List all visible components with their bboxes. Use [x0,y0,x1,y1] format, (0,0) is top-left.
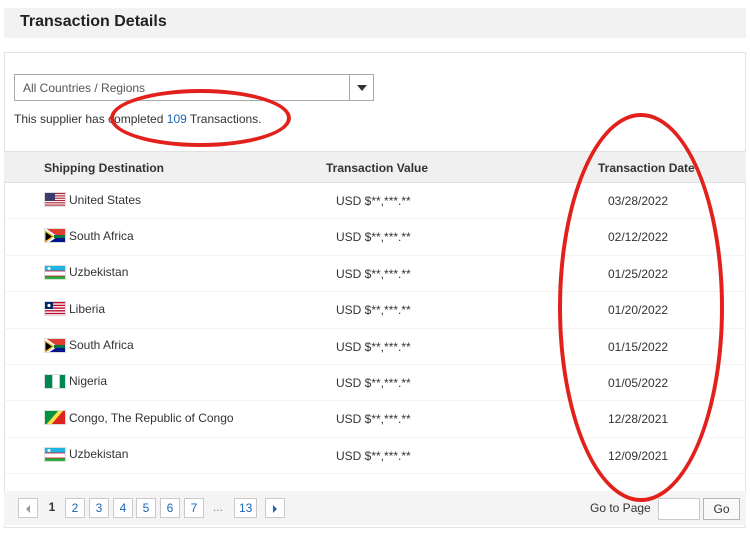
date-cell: 03/28/2022 [608,194,669,208]
date-cell: 12/09/2021 [608,448,669,463]
page-7[interactable]: 7 [184,498,204,518]
value-cell: USD $**,***.** [336,194,411,208]
country-name: South Africa [69,338,134,353]
summary-prefix: This supplier has completed [14,112,164,126]
page-13[interactable]: 13 [234,498,258,518]
za-flag-icon [44,337,66,353]
destination-cell: Liberia [44,301,106,317]
chevron-down-icon [357,85,367,91]
page-2[interactable]: 2 [65,498,85,518]
value-cell: USD $**,***.** [336,230,411,245]
table-row: United States USD $**,***.** 03/28/2022 [4,183,746,220]
za-flag-icon [44,228,66,244]
page-6[interactable]: 6 [160,498,180,518]
header-shipping-destination: Shipping Destination [44,161,164,175]
value-cell: USD $**,***.** [336,339,411,354]
value-cell: USD $**,***.** [336,303,411,318]
transaction-summary: This supplier has completed 109 Transact… [14,112,262,126]
date-cell: 12/28/2021 [608,412,669,427]
value-cell: USD $**,***.** [336,448,411,463]
country-select-value: All Countries / Regions [23,81,146,95]
table-row: Uzbekistan USD $**,***.** 12/09/2021 [4,438,746,475]
transaction-count: 109 [166,112,187,126]
header-transaction-value: Transaction Value [326,161,429,175]
date-cell: 02/12/2022 [608,230,669,245]
goto-page-input[interactable] [658,498,700,520]
transaction-rows: United States USD $**,***.** 03/28/2022 … [4,183,746,475]
table-row: Congo, The Republic of Congo USD $**,***… [4,401,746,438]
uz-flag-icon [44,264,66,280]
destination-cell: Nigeria [44,373,108,389]
value-cell: USD $**,***.** [336,266,411,281]
date-cell: 01/20/2022 [608,303,669,318]
cg-flag-icon [44,410,66,426]
page-1: 1 [48,500,56,514]
date-cell: 01/25/2022 [608,266,669,281]
date-cell: 01/05/2022 [608,375,669,390]
country-name: Uzbekistan [69,447,129,462]
country-name: United States [69,192,142,207]
page-ellipsis: ... [212,500,223,514]
dropdown-button[interactable] [349,75,373,100]
destination-cell: South Africa [44,337,134,353]
date-cell: 01/15/2022 [608,339,669,354]
table-row: South Africa USD $**,***.** 02/12/2022 [4,219,746,256]
next-page-button[interactable] [265,498,285,518]
lr-flag-icon [44,301,66,317]
page-4[interactable]: 4 [113,498,133,518]
destination-cell: Uzbekistan [44,446,129,462]
page-title: Transaction Details [20,13,167,30]
chevron-left-icon [26,504,30,513]
header-transaction-date: Transaction Date [598,161,695,175]
ng-flag-icon [44,373,66,389]
uz-flag-icon [44,446,66,462]
chevron-right-icon [273,504,277,513]
table-row: Uzbekistan USD $**,***.** 01/25/2022 [4,256,746,293]
country-region-select[interactable]: All Countries / Regions [14,74,374,101]
destination-cell: United States [44,192,141,207]
pagination-bar: 1 2 3 4 5 6 7 ... 13 Go to Page Go [4,491,746,525]
country-name: Nigeria [69,374,108,389]
table-header: Shipping Destination Transaction Value T… [4,151,746,183]
country-name: Liberia [69,301,106,316]
destination-cell: Congo, The Republic of Congo [44,410,234,426]
country-name: Congo, The Republic of Congo [69,410,234,425]
value-cell: USD $**,***.** [336,375,411,390]
summary-suffix: Transactions. [189,112,262,126]
table-row: Nigeria USD $**,***.** 01/05/2022 [4,365,746,402]
goto-page-label: Go to Page [590,501,651,515]
go-button[interactable]: Go [703,498,740,520]
destination-cell: Uzbekistan [44,264,129,280]
table-row: Liberia USD $**,***.** 01/20/2022 [4,292,746,329]
country-name: Uzbekistan [69,265,129,280]
page-5[interactable]: 5 [136,498,156,518]
prev-page-button[interactable] [18,498,38,518]
destination-cell: South Africa [44,228,134,244]
country-name: South Africa [69,228,134,243]
value-cell: USD $**,***.** [336,412,411,427]
us-flag-icon [44,192,66,207]
table-row: South Africa USD $**,***.** 01/15/2022 [4,329,746,365]
page-3[interactable]: 3 [89,498,109,518]
